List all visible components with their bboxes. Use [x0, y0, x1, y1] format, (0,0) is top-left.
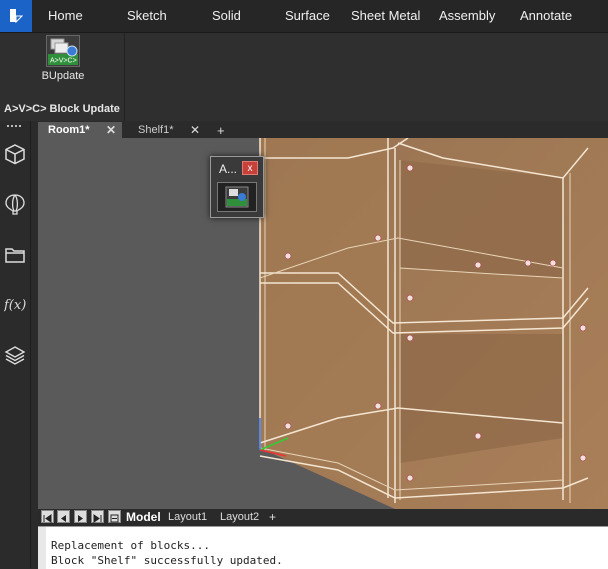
first-icon: [43, 514, 52, 523]
bupdate-label: BUpdate: [41, 70, 85, 82]
close-icon[interactable]: ✕: [106, 123, 116, 137]
block-update-icon-text: A>V>C>: [50, 58, 77, 65]
ribbon-tab-bar: Home Sketch Solid Surface Sheet Metal As…: [0, 0, 608, 33]
block-update-tool-button[interactable]: [217, 182, 257, 212]
app-logo-button[interactable]: [0, 0, 32, 32]
function-icon[interactable]: f(x): [4, 293, 26, 315]
ribbon-tab-surface[interactable]: Surface: [285, 8, 330, 23]
last-layout-button[interactable]: [91, 510, 104, 523]
group-title: A>V>C> Block Update: [4, 103, 120, 115]
previous-layout-button[interactable]: [57, 510, 70, 523]
document-tab-bar: Room1* ✕ Shelf1* ✕ +: [38, 121, 608, 138]
close-icon: x: [247, 162, 253, 174]
layout-list-button[interactable]: [108, 510, 121, 523]
plus-icon: +: [217, 122, 225, 138]
ribbon-tab-solid[interactable]: Solid: [212, 8, 241, 23]
first-layout-button[interactable]: [41, 510, 54, 523]
ribbon-tab-sketch[interactable]: Sketch: [127, 8, 167, 23]
drawing-viewport[interactable]: [38, 138, 608, 509]
command-line-gutter: [38, 527, 46, 569]
function-label: f(x): [4, 298, 26, 313]
shelf-3d-model[interactable]: [38, 138, 608, 509]
bupdate-button[interactable]: A>V>C> BUpdate: [36, 35, 90, 91]
command-line-history[interactable]: Replacement of blocks... Block "Shelf" s…: [38, 526, 608, 569]
block-update-icon: A>V>C>: [46, 35, 80, 67]
block-update-icon: [225, 186, 249, 208]
cube-icon[interactable]: [4, 143, 26, 165]
ribbon-tab-home[interactable]: Home: [48, 8, 83, 23]
add-layout-button[interactable]: +: [269, 510, 276, 524]
doc-tab-room1[interactable]: Room1* ✕: [38, 122, 122, 138]
close-icon[interactable]: ✕: [190, 123, 200, 137]
doc-tab-label: Room1*: [48, 124, 90, 136]
floating-toolbar[interactable]: A... x: [210, 156, 264, 218]
layout-tab-bar: Model Layout1 Layout2 +: [38, 509, 608, 526]
command-history-line: Block "Shelf" successfully updated.: [51, 554, 283, 567]
block-update-group: A>V>C> BUpdate A>V>C> Block Update: [0, 33, 125, 121]
doc-tab-label: Shelf1*: [138, 124, 174, 136]
ribbon-tab-sheet-metal[interactable]: Sheet Metal: [351, 8, 420, 23]
list-icon: [110, 514, 119, 523]
ribbon-tab-assembly[interactable]: Assembly: [439, 8, 495, 23]
folder-icon[interactable]: [4, 244, 26, 266]
next-layout-button[interactable]: [74, 510, 87, 523]
ribbon-panel: A>V>C> BUpdate A>V>C> Block Update: [0, 33, 608, 121]
left-dock-panel: f(x): [0, 121, 31, 568]
dock-grip-handle[interactable]: [7, 125, 21, 129]
ribbon-tab-annotate[interactable]: Annotate: [520, 8, 572, 23]
add-document-button[interactable]: +: [210, 122, 234, 138]
layout-tab-model[interactable]: Model: [126, 510, 161, 524]
close-button[interactable]: x: [242, 161, 258, 175]
doc-tab-shelf1[interactable]: Shelf1* ✕: [128, 122, 206, 138]
last-icon: [93, 514, 102, 523]
balloon-icon[interactable]: [4, 193, 26, 215]
previous-icon: [61, 515, 66, 522]
layout-tab-layout1[interactable]: Layout1: [168, 511, 207, 523]
layers-icon[interactable]: [4, 344, 26, 366]
command-history-line: Replacement of blocks...: [51, 539, 210, 552]
bricscad-logo-icon: [10, 9, 24, 24]
layout-tab-layout2[interactable]: Layout2: [220, 511, 259, 523]
floating-toolbar-title: A...: [219, 162, 238, 176]
next-icon: [78, 515, 83, 522]
